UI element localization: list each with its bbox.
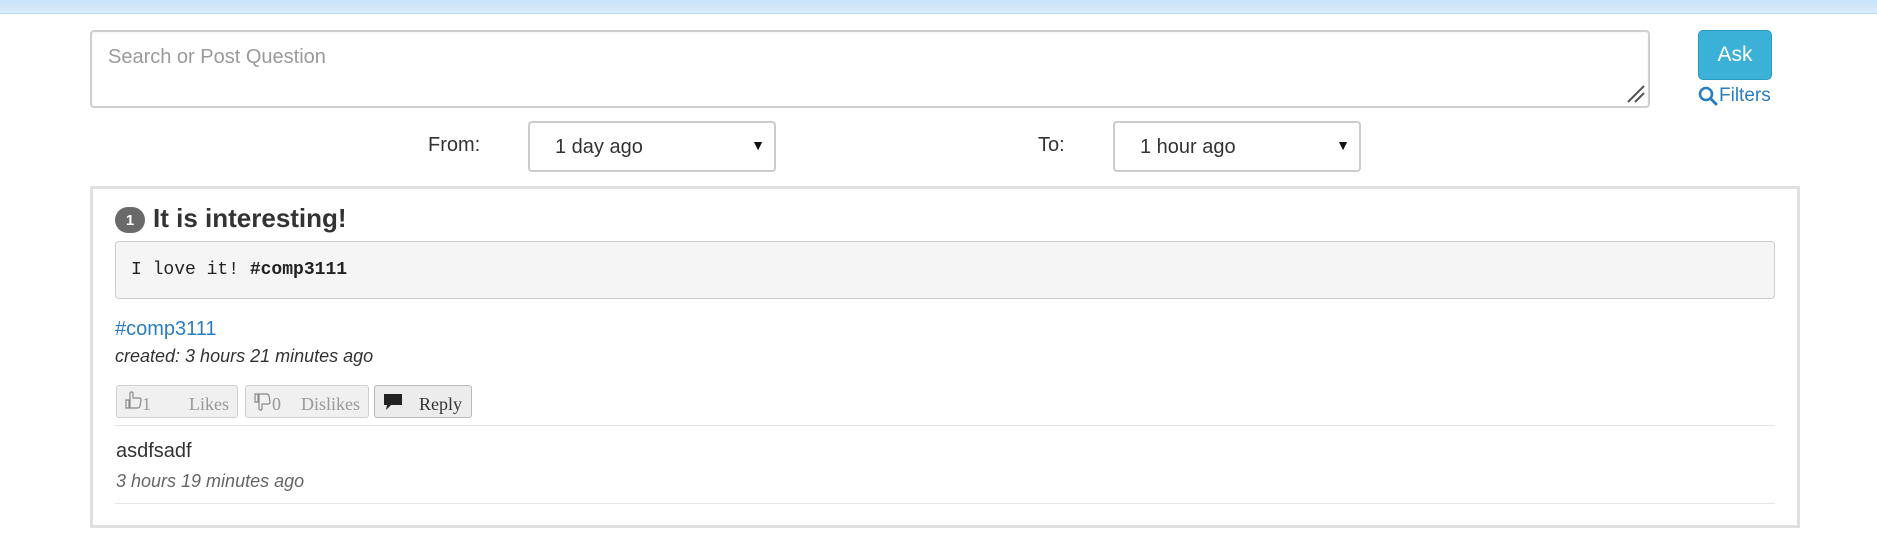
to-select[interactable]: 1 hour ago ▼ — [1113, 121, 1361, 172]
dislike-button[interactable]: 0 Dislikes — [245, 385, 369, 418]
caret-down-icon: ▼ — [1336, 137, 1350, 153]
top-strip — [0, 0, 1877, 14]
post-body-text: I love it! #comp3111 — [131, 260, 347, 280]
dislikes-label: Dislikes — [301, 394, 361, 414]
search-input[interactable] — [92, 32, 1648, 106]
dislikes-count: 0 — [272, 394, 281, 414]
post-body-tag: #comp3111 — [249, 260, 348, 280]
post-tag-link[interactable]: #comp3111 — [115, 318, 217, 341]
divider — [115, 503, 1775, 504]
post-title: It is interesting! — [153, 203, 347, 233]
comment-icon — [384, 394, 402, 410]
thumbs-down-icon — [254, 393, 271, 411]
reply-time: 3 hours 19 minutes ago — [116, 471, 305, 491]
post-index-badge: 1 — [115, 207, 145, 233]
reply-text: asdfsadf — [116, 440, 192, 462]
from-label: From: — [428, 134, 481, 156]
likes-count: 1 — [142, 394, 151, 414]
search-box[interactable] — [90, 30, 1650, 108]
filters-link[interactable]: Filters — [1698, 84, 1771, 108]
resize-handle-icon[interactable] — [1625, 83, 1645, 103]
from-select[interactable]: 1 day ago ▼ — [528, 121, 776, 172]
post-body: I love it! #comp3111 — [115, 241, 1775, 299]
from-select-value: 1 day ago — [555, 136, 643, 158]
to-label: To: — [1038, 134, 1065, 156]
divider — [115, 425, 1775, 426]
filters-label: Filters — [1719, 85, 1771, 106]
likes-label: Likes — [189, 394, 229, 414]
reply-label: Reply — [419, 394, 462, 414]
search-icon — [1698, 86, 1718, 106]
post-card: 1 It is interesting! I love it! #comp311… — [90, 186, 1800, 528]
post-body-plain: I love it! — [131, 260, 250, 280]
ask-button[interactable]: Ask — [1698, 30, 1772, 80]
like-button[interactable]: 1 Likes — [116, 385, 238, 418]
post-created-time: created: 3 hours 21 minutes ago — [115, 346, 374, 366]
caret-down-icon: ▼ — [751, 137, 765, 153]
reply-button[interactable]: Reply — [374, 385, 472, 418]
to-select-value: 1 hour ago — [1140, 136, 1236, 158]
thumbs-up-icon — [125, 391, 142, 409]
